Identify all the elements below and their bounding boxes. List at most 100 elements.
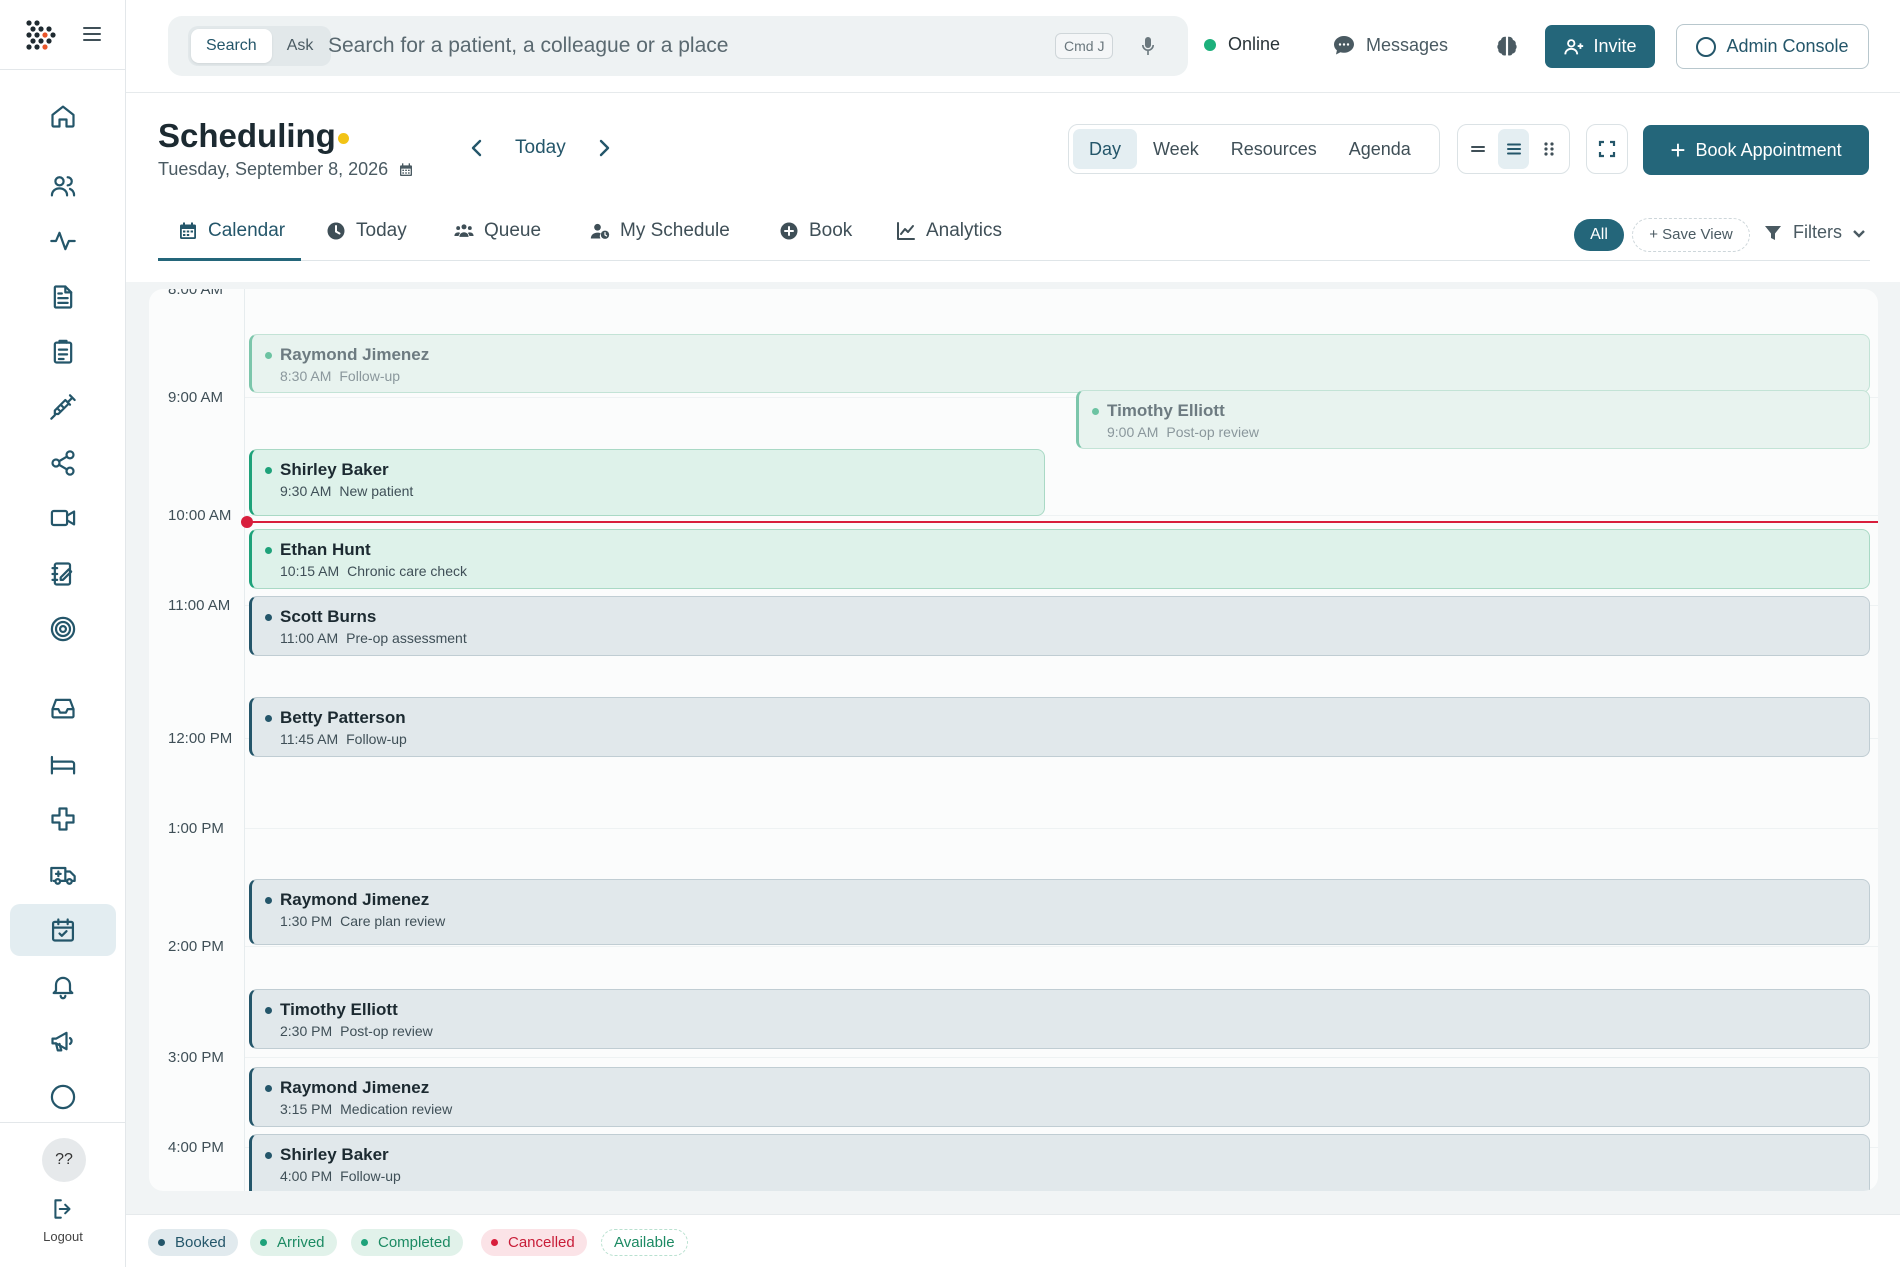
sidebar-item-patients[interactable] <box>10 160 116 212</box>
messages-button[interactable]: Messages <box>1332 33 1448 57</box>
save-view-button[interactable]: + Save View <box>1632 218 1750 252</box>
share-icon <box>51 450 75 476</box>
appointment-time: 1:30 PM <box>280 913 333 929</box>
appointment-card[interactable]: Betty Patterson 11:45 AM Follow-up <box>249 697 1870 757</box>
view-day-button[interactable]: Day <box>1073 129 1138 169</box>
sidebar-item-telehealth[interactable] <box>10 492 116 544</box>
appointment-card[interactable]: Raymond Jimenez 8:30 AM Follow-up <box>249 334 1870 393</box>
app-logo[interactable] <box>24 18 58 52</box>
status-indicator-dot <box>338 133 349 144</box>
sidebar-item-vaccines[interactable] <box>10 381 116 433</box>
sidebar-item-notifications[interactable] <box>10 960 116 1012</box>
appointment-card[interactable]: Timothy Elliott 2:30 PM Post-op review <box>249 989 1870 1049</box>
day-calendar-grid[interactable]: 8:00 AM 9:00 AM 10:00 AM 11:00 AM 12:00 … <box>149 289 1878 1191</box>
tab-today[interactable]: Today <box>326 211 407 261</box>
legend-available[interactable]: Available <box>601 1229 688 1256</box>
hamburger-menu-icon[interactable] <box>80 22 104 46</box>
time-label: 2:00 PM <box>168 938 224 955</box>
sidebar-item-orders[interactable] <box>10 326 116 378</box>
status-dot <box>1092 408 1099 415</box>
presence-status[interactable]: Online <box>1204 34 1280 55</box>
tab-today-label: Today <box>356 220 407 241</box>
invite-label: Invite <box>1593 36 1637 56</box>
target-icon <box>50 616 76 642</box>
tab-my-schedule-label: My Schedule <box>620 220 730 241</box>
appointment-details: 11:45 AM Follow-up <box>280 729 1869 749</box>
view-agenda-button[interactable]: Agenda <box>1333 129 1427 169</box>
ask-mode-button[interactable]: Ask <box>272 29 329 63</box>
appointment-details: 3:15 PM Medication review <box>280 1099 1869 1119</box>
today-button[interactable]: Today <box>515 137 566 159</box>
sidebar-item-referrals[interactable] <box>10 437 116 489</box>
sidebar-item-notes[interactable] <box>10 548 116 600</box>
previous-day-button[interactable] <box>465 135 489 161</box>
sidebar-item-documents[interactable] <box>10 271 116 323</box>
view-week-button[interactable]: Week <box>1137 129 1215 169</box>
search-mode-button[interactable]: Search <box>191 29 272 63</box>
filter-all-chip[interactable]: All <box>1574 219 1624 251</box>
admin-console-button[interactable]: Admin Console <box>1676 24 1869 69</box>
sidebar-item-goals[interactable] <box>10 603 116 655</box>
legend-booked-label: Booked <box>175 1234 226 1251</box>
search-input[interactable] <box>328 30 1028 62</box>
time-label: 3:00 PM <box>168 1049 224 1066</box>
legend-arrived[interactable]: Arrived <box>250 1229 337 1256</box>
invite-button[interactable]: Invite <box>1545 25 1655 68</box>
sidebar-item-transport[interactable] <box>10 849 116 901</box>
tab-analytics[interactable]: Analytics <box>896 211 1002 261</box>
sidebar-item-scheduling[interactable] <box>10 904 116 956</box>
legend-cancelled[interactable]: Cancelled <box>481 1229 587 1256</box>
grid-dots-icon <box>1544 142 1554 156</box>
legend-booked[interactable]: Booked <box>148 1229 238 1256</box>
sidebar-item-more[interactable] <box>10 1071 116 1123</box>
tab-queue[interactable]: Queue <box>454 211 541 261</box>
logout-button[interactable]: Logout <box>0 1196 126 1244</box>
voice-search-button[interactable] <box>1136 34 1160 58</box>
legend-completed[interactable]: Completed <box>351 1229 463 1256</box>
legend-cancelled-label: Cancelled <box>508 1234 575 1251</box>
expand-icon <box>1598 140 1616 158</box>
tab-calendar[interactable]: Calendar <box>158 211 301 261</box>
legend-available-label: Available <box>614 1234 675 1251</box>
fullscreen-button[interactable] <box>1586 124 1628 174</box>
sidebar-item-announcements[interactable] <box>10 1015 116 1067</box>
appointment-card[interactable]: Ethan Hunt 10:15 AM Chronic care check <box>249 529 1870 589</box>
sidebar-item-beds[interactable] <box>10 738 116 790</box>
appointment-type: Medication review <box>340 1101 453 1117</box>
ai-assistant-button[interactable] <box>1494 33 1520 59</box>
sidebar-item-clinical[interactable] <box>10 793 116 845</box>
legend-arrived-label: Arrived <box>277 1234 325 1251</box>
status-dot <box>265 897 272 904</box>
appointment-card[interactable]: Raymond Jimenez 3:15 PM Medication review <box>249 1067 1870 1127</box>
appointment-card[interactable]: Shirley Baker 4:00 PM Follow-up <box>249 1134 1870 1191</box>
appointment-card[interactable]: Scott Burns 11:00 AM Pre-op assessment <box>249 596 1870 656</box>
next-day-button[interactable] <box>592 135 616 161</box>
view-resources-button[interactable]: Resources <box>1215 129 1333 169</box>
appointment-time: 2:30 PM <box>280 1023 333 1039</box>
filters-dropdown[interactable]: Filters <box>1763 222 1866 243</box>
sidebar-item-home[interactable] <box>10 90 116 142</box>
appointment-details: 1:30 PM Care plan review <box>280 911 1869 931</box>
density-grid-button[interactable] <box>1533 129 1565 169</box>
appointment-patient-name: Shirley Baker <box>280 460 389 479</box>
tab-my-schedule[interactable]: My Schedule <box>590 211 730 261</box>
density-list-button[interactable] <box>1497 129 1530 169</box>
help-button[interactable]: ?? <box>42 1138 86 1182</box>
current-time-line <box>247 521 1878 523</box>
book-appointment-button[interactable]: + Book Appointment <box>1643 125 1869 175</box>
appointment-card[interactable]: Raymond Jimenez 1:30 PM Care plan review <box>249 879 1870 945</box>
appointment-card[interactable]: Shirley Baker 9:30 AM New patient <box>249 449 1045 516</box>
status-dot <box>265 352 272 359</box>
appointment-card[interactable]: Timothy Elliott 9:00 AM Post-op review <box>1076 390 1870 449</box>
sidebar-item-inbox[interactable] <box>10 682 116 734</box>
density-compact-button[interactable] <box>1462 129 1494 169</box>
selected-date-label: Tuesday, September 8, 2026 <box>158 159 389 179</box>
appointment-time: 9:30 AM <box>280 483 332 499</box>
sidebar: ?? Logout <box>0 0 126 1267</box>
presence-status-label: Online <box>1228 34 1281 54</box>
line-chart-icon <box>897 222 915 240</box>
sidebar-item-vitals[interactable] <box>10 215 116 267</box>
calendar-icon[interactable] <box>398 162 414 178</box>
tab-book[interactable]: Book <box>779 211 852 261</box>
clipboard-icon <box>53 339 73 364</box>
